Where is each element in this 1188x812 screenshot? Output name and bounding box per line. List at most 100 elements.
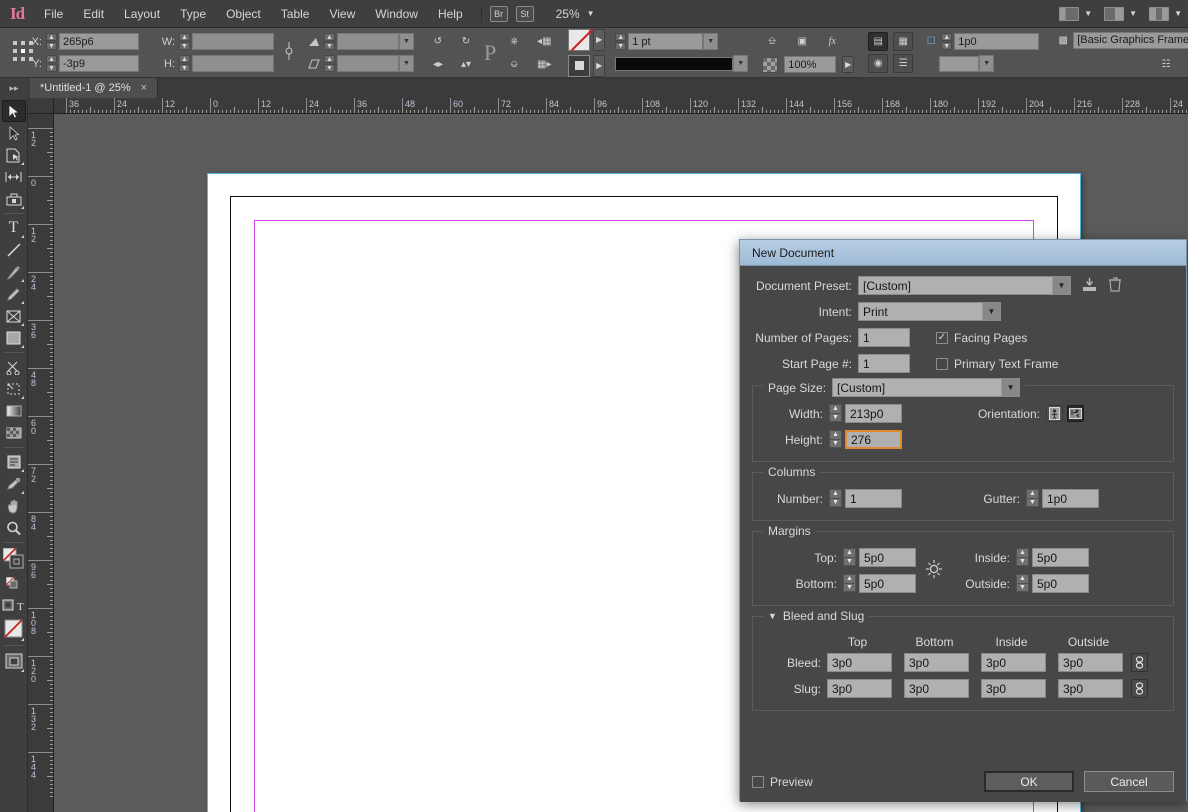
stroke-weight-dropdown[interactable]: ▼ [703, 33, 719, 50]
gutter-stepper[interactable]: ▲ ▼ [1026, 489, 1039, 508]
flip-horizontal-icon[interactable]: ◂▸ [428, 55, 448, 74]
effects-fx-icon[interactable]: fx [822, 32, 842, 51]
swap-fill-stroke-icon[interactable] [2, 572, 26, 594]
bleed-bottom-input[interactable] [904, 653, 969, 672]
screen-mode-button[interactable]: ▼ [1059, 6, 1092, 21]
menu-table[interactable]: Table [271, 3, 320, 25]
menu-help[interactable]: Help [428, 3, 473, 25]
w-stepper[interactable]: ▲ ▼ [179, 33, 190, 50]
text-wrap-none-icon[interactable]: ▤ [868, 32, 889, 51]
width-stepper[interactable]: ▲ ▼ [829, 404, 842, 423]
width-input[interactable] [845, 404, 902, 423]
paragraph-style-icon[interactable]: P [484, 40, 496, 66]
margin-top-stepper[interactable]: ▲ ▼ [843, 548, 856, 567]
tool-page[interactable] [2, 144, 26, 166]
scale-x-dropdown[interactable]: ▼ [399, 33, 414, 50]
menu-window[interactable]: Window [365, 3, 428, 25]
menu-file[interactable]: File [34, 3, 73, 25]
page-size-input[interactable] [832, 378, 1003, 397]
screen-mode-tool[interactable] [2, 649, 26, 673]
columns-number-input[interactable] [845, 489, 902, 508]
margin-inside-input[interactable] [1032, 548, 1089, 567]
tool-free-transform[interactable] [2, 378, 26, 400]
margin-inside-stepper[interactable]: ▲ ▼ [1016, 548, 1029, 567]
number-of-pages-input[interactable] [858, 328, 910, 347]
fill-dropdown[interactable]: ▶ [593, 28, 606, 51]
menu-type[interactable]: Type [170, 3, 216, 25]
text-wrap-jump-object-icon[interactable]: ☰ [893, 54, 914, 73]
height-stepper[interactable]: ▲ ▼ [829, 430, 842, 449]
opacity-dropdown[interactable]: ▶ [842, 56, 855, 73]
select-next-object-icon[interactable]: ▦▸ [534, 55, 554, 74]
wrap-offset-input[interactable] [954, 33, 1040, 50]
page-size-dropdown[interactable]: ▼ [832, 378, 1021, 397]
margin-outside-stepper[interactable]: ▲ ▼ [1016, 574, 1029, 593]
intent-input[interactable] [858, 302, 983, 321]
scale-x-stepper[interactable]: ▲ ▼ [324, 33, 335, 50]
bleed-and-slug-legend-group[interactable]: ▼ Bleed and Slug [763, 609, 870, 623]
margin-outside-input[interactable] [1032, 574, 1089, 593]
slug-outside-input[interactable] [1058, 679, 1123, 698]
orientation-portrait-icon[interactable] [1046, 405, 1063, 422]
tool-selection[interactable] [1, 100, 26, 122]
tool-direct-selection[interactable] [2, 122, 26, 144]
stroke-weight-input[interactable] [628, 33, 704, 50]
stroke-dropdown[interactable]: ▶ [593, 54, 606, 77]
tool-frame[interactable] [2, 305, 26, 327]
select-previous-object-icon[interactable]: ◂▦ [534, 32, 554, 51]
view-options-button[interactable]: ▼ [1104, 6, 1137, 21]
wrap-offset-stepper[interactable]: ▲ ▼ [941, 33, 953, 50]
select-content-icon[interactable]: ⎉ [504, 55, 524, 74]
chevron-down-icon[interactable]: ▼ [1002, 378, 1021, 397]
tool-eyedropper[interactable] [2, 473, 26, 495]
menu-view[interactable]: View [319, 3, 365, 25]
x-input[interactable] [59, 33, 139, 50]
document-preset-input[interactable] [858, 276, 1053, 295]
slug-inside-input[interactable] [981, 679, 1046, 698]
quick-apply-icon[interactable]: ☷ [1156, 55, 1176, 74]
menu-edit[interactable]: Edit [73, 3, 114, 25]
slug-bottom-input[interactable] [904, 679, 969, 698]
tool-zoom[interactable] [2, 517, 26, 539]
chevron-down-icon[interactable]: ▼ [983, 302, 1001, 321]
primary-text-frame-checkbox[interactable]: Primary Text Frame [936, 357, 1058, 371]
trash-icon[interactable] [1108, 276, 1122, 295]
fitting-options-dropdown[interactable]: ▼ [979, 55, 995, 72]
y-input[interactable] [59, 55, 139, 72]
bleed-top-input[interactable] [827, 653, 892, 672]
bridge-button[interactable]: Br [489, 5, 508, 22]
apply-color-selector[interactable] [2, 616, 26, 642]
columns-number-stepper[interactable]: ▲ ▼ [829, 489, 842, 508]
menu-object[interactable]: Object [216, 3, 271, 25]
stroke-weight-stepper[interactable]: ▲ ▼ [615, 33, 627, 50]
flip-vertical-icon[interactable]: ▴▾ [456, 55, 476, 74]
tool-note[interactable] [2, 451, 26, 473]
zoom-level-dropdown[interactable]: 25% ▼ [556, 7, 595, 21]
rotate-ccw-icon[interactable]: ↺ [428, 32, 448, 51]
chevron-down-icon[interactable]: ▼ [1053, 276, 1071, 295]
fill-swatch-none-icon[interactable] [568, 28, 591, 51]
scale-y-dropdown[interactable]: ▼ [399, 55, 414, 72]
frame-fitting-icon[interactable]: ☐ [921, 32, 941, 51]
start-page-input[interactable] [858, 354, 910, 373]
facing-pages-checkbox[interactable]: ✓ Facing Pages [936, 331, 1027, 345]
text-wrap-object-shape-icon[interactable]: ◉ [868, 54, 889, 73]
document-preset-dropdown[interactable]: ▼ [858, 276, 1071, 295]
x-stepper[interactable]: ▲ ▼ [46, 33, 57, 50]
tool-gap[interactable] [2, 166, 26, 188]
tool-hand[interactable] [2, 495, 26, 517]
formatting-affects-container-icon[interactable]: T [2, 594, 26, 616]
h-stepper[interactable]: ▲ ▼ [179, 55, 190, 72]
fill-stroke-selector[interactable] [2, 546, 26, 572]
slug-top-input[interactable] [827, 679, 892, 698]
tool-gradient-swatch[interactable] [2, 400, 26, 422]
select-container-icon[interactable]: ⎈ [504, 32, 524, 51]
corner-options-icon[interactable]: ⎒ [762, 32, 782, 51]
bleed-inside-input[interactable] [981, 653, 1046, 672]
vertical-ruler[interactable]: 1201224364860728496108120132144 [28, 114, 54, 812]
h-input[interactable] [192, 55, 274, 72]
margin-top-input[interactable] [859, 548, 916, 567]
tool-content-collector[interactable] [2, 188, 26, 210]
save-preset-icon[interactable] [1081, 277, 1098, 295]
bleed-chain-link-icon[interactable] [1131, 653, 1148, 672]
